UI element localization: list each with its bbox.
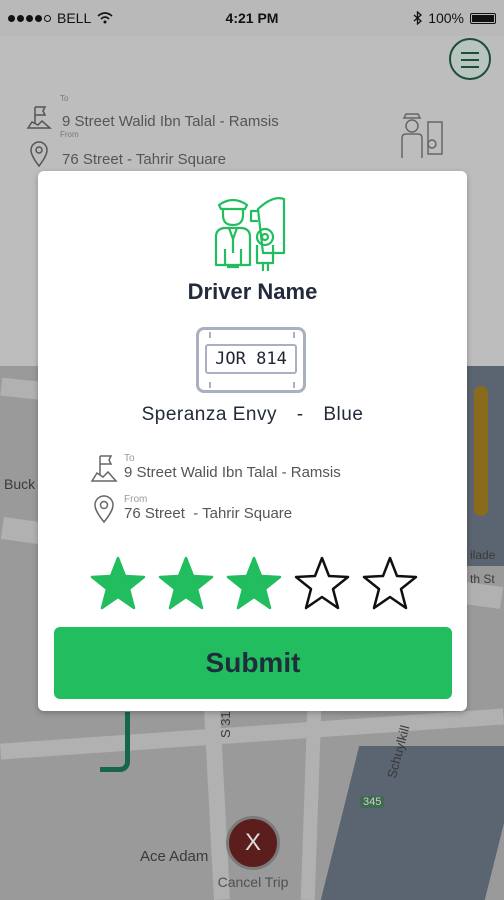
driver-icon: [214, 197, 286, 271]
star-rating[interactable]: [88, 555, 420, 613]
car-info: Speranza Envy - Blue: [38, 404, 467, 426]
car-separator: -: [296, 404, 304, 425]
menu-button[interactable]: [449, 38, 491, 80]
bg-route-to: To 9 Street Walid Ibn Talal - Ramsis: [26, 94, 279, 130]
route-from: From 76 Street - Tahrir Square: [90, 494, 292, 524]
star-filled-icon[interactable]: [224, 555, 284, 613]
flag-icon: [90, 455, 118, 482]
status-bar: BELL 4:21 PM 100%: [0, 0, 504, 36]
location-pin-icon: [30, 141, 48, 168]
cancel-trip-button[interactable]: X: [226, 816, 280, 870]
route-from-address: 76 Street - Tahrir Square: [124, 505, 293, 522]
flag-icon: [26, 106, 52, 129]
star-filled-icon[interactable]: [88, 555, 148, 613]
rating-dialog: Driver Name JOR 814 Speranza Envy - Blue…: [38, 171, 467, 711]
driver-name: Driver Name: [187, 279, 318, 304]
star-empty-icon[interactable]: [360, 555, 420, 613]
bg-route-from: From 76 Street - Tahrir Square: [26, 130, 226, 168]
route-to-address: 9 Street Walid Ibn Talal - Ramsis: [124, 464, 341, 481]
bg-route-to-text: 9 Street Walid Ibn Talal - Ramsis: [62, 113, 279, 130]
cancel-trip-label: Cancel Trip: [217, 874, 289, 890]
car-model: Speranza Envy: [141, 404, 277, 425]
star-filled-icon[interactable]: [156, 555, 216, 613]
battery-icon: [470, 12, 496, 24]
submit-button[interactable]: Submit: [54, 627, 452, 699]
plate-number: JOR 814: [205, 344, 297, 374]
location-pin-icon: [94, 495, 114, 524]
map-label-345: 345: [360, 796, 385, 808]
bg-driver-icon: [401, 113, 443, 158]
bg-route-from-text: 76 Street - Tahrir Square: [62, 151, 226, 168]
bluetooth-icon: [413, 11, 423, 25]
map-label-th-st: th St: [470, 572, 495, 586]
map-label-buck: Buck: [4, 476, 36, 492]
license-plate: JOR 814: [196, 327, 306, 393]
star-empty-icon[interactable]: [292, 555, 352, 613]
route-to: To 9 Street Walid Ibn Talal - Ramsis: [90, 453, 341, 483]
battery-percent: 100%: [428, 10, 464, 26]
route-to-label: To: [124, 453, 135, 464]
route-from-label: From: [124, 494, 148, 505]
car-color: Blue: [323, 404, 364, 425]
map-label-ilade: ilade: [470, 548, 496, 562]
map-label-ace-adam: Ace Adam: [140, 848, 209, 865]
battery-area: 100%: [413, 10, 496, 26]
